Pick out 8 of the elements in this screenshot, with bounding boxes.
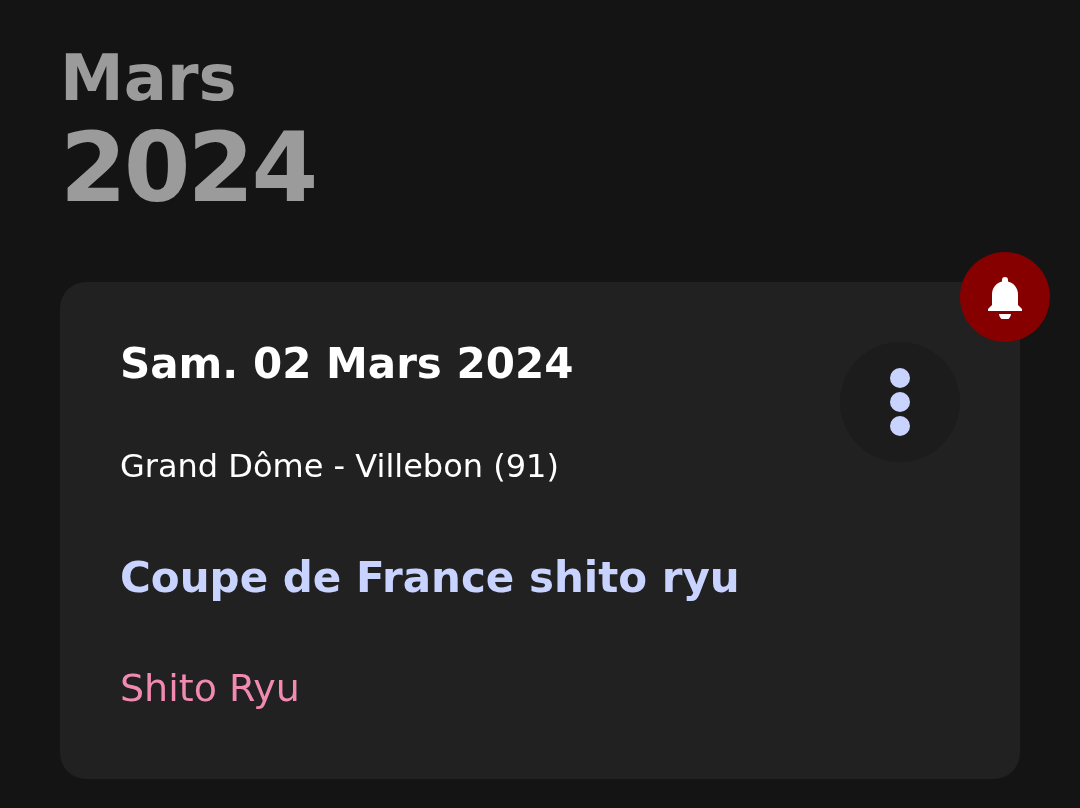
bell-icon — [985, 275, 1025, 319]
month-heading: Mars — [60, 40, 237, 116]
event-title: Coupe de France shito ryu — [120, 552, 740, 604]
year-heading: 2024 — [60, 116, 316, 220]
event-location: Grand Dôme - Villebon (91) — [120, 446, 559, 487]
event-category: Shito Ryu — [120, 665, 300, 712]
kebab-icon — [889, 367, 911, 437]
event-date: Sam. 02 Mars 2024 — [120, 338, 574, 390]
